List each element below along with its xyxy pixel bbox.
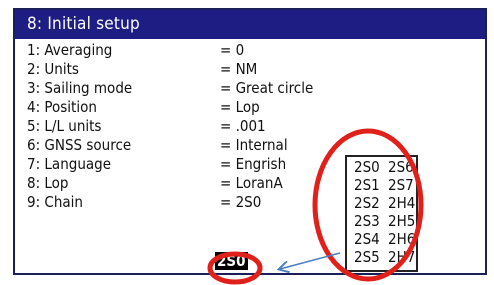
- setting-row-units[interactable]: 2: Units = NM: [27, 60, 257, 78]
- chain-option[interactable]: 2S3: [354, 213, 384, 230]
- setting-label: 1: Averaging: [27, 41, 113, 59]
- chain-option-row: 2S5 2H7: [354, 249, 415, 266]
- chain-selection-cursor[interactable]: 2S0: [215, 252, 248, 270]
- chain-option[interactable]: 2S7: [388, 177, 414, 194]
- chain-option-row: 2S0 2S6: [354, 159, 414, 176]
- setting-label: 6: GNSS source: [27, 136, 132, 154]
- chain-option[interactable]: 2S4: [354, 231, 384, 248]
- chain-option[interactable]: 2H4: [388, 195, 415, 212]
- setting-value: = 2S0: [220, 193, 262, 211]
- setting-label: 2: Units: [27, 60, 79, 78]
- chain-option[interactable]: 2S1: [354, 177, 384, 194]
- chain-option[interactable]: 2H6: [388, 231, 415, 248]
- chain-option[interactable]: 2H5: [388, 213, 415, 230]
- setting-value: = .001: [220, 117, 266, 135]
- chain-options-list: 2S0 2S6 2S1 2S7 2S2 2H4 2S3 2H5 2S4 2H6 2S5 2H…: [345, 155, 418, 272]
- setting-value: = 0: [220, 41, 245, 59]
- chain-option[interactable]: 2S2: [354, 195, 384, 212]
- setting-row-gnss-source[interactable]: 6: GNSS source = Internal: [27, 136, 288, 154]
- setting-row-sailing-mode[interactable]: 3: Sailing mode = Great circle: [27, 79, 313, 97]
- setting-label: 7: Language: [27, 155, 112, 173]
- setting-value: = Lop: [220, 98, 260, 116]
- chain-option-row: 2S1 2S7: [354, 177, 414, 194]
- setting-row-position[interactable]: 4: Position = Lop: [27, 98, 260, 116]
- chain-option[interactable]: 2H7: [388, 249, 415, 266]
- setting-value: = NM: [220, 60, 258, 78]
- setting-row-chain[interactable]: 9: Chain = 2S0: [27, 193, 261, 211]
- setup-screen: 8: Initial setup 1: Averaging = 0 2: Uni…: [13, 8, 487, 275]
- setting-value: = Great circle: [220, 79, 314, 97]
- title-bar: 8: Initial setup: [15, 10, 485, 39]
- page-title: 8: Initial setup: [27, 14, 140, 34]
- setting-row-language[interactable]: 7: Language = Engrish: [27, 155, 286, 173]
- setting-value: = Internal: [220, 136, 288, 154]
- chain-option-row: 2S3 2H5: [354, 213, 415, 230]
- chain-option-row: 2S4 2H6: [354, 231, 415, 248]
- setting-row-averaging[interactable]: 1: Averaging = 0: [27, 41, 244, 59]
- setting-label: 8: Lop: [27, 174, 69, 192]
- setting-row-lop[interactable]: 8: Lop = LoranA: [27, 174, 283, 192]
- chain-option[interactable]: 2S0: [354, 159, 384, 176]
- setting-label: 9: Chain: [27, 193, 83, 211]
- chain-option[interactable]: 2S5: [354, 249, 384, 266]
- setting-row-ll-units[interactable]: 5: L/L units = .001: [27, 117, 266, 135]
- setting-label: 5: L/L units: [27, 117, 102, 135]
- setting-label: 4: Position: [27, 98, 97, 116]
- setting-value: = Engrish: [220, 155, 287, 173]
- setting-label: 3: Sailing mode: [27, 79, 133, 97]
- chain-option[interactable]: 2S6: [388, 159, 414, 176]
- setting-value: = LoranA: [220, 174, 283, 192]
- chain-option-row: 2S2 2H4: [354, 195, 415, 212]
